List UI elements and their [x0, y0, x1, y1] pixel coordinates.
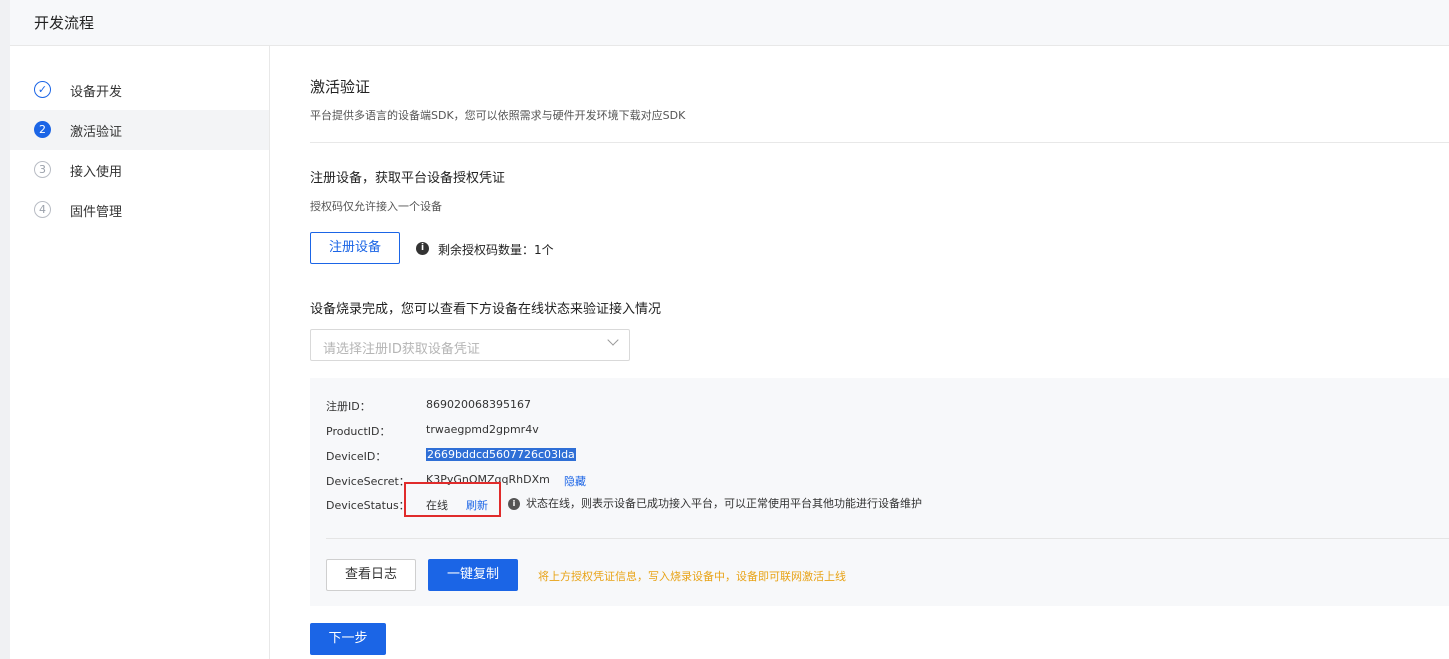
step-label: 激活验证	[70, 125, 123, 140]
step-label: 设备开发	[70, 85, 123, 100]
step-item-access[interactable]: 3 接入使用	[10, 150, 269, 190]
info-icon: i	[508, 498, 520, 510]
view-log-button[interactable]: 查看日志	[326, 559, 416, 591]
status-note: 状态在线，则表示设备已成功接入平台，可以正常使用平台其他功能进行设备维护	[526, 497, 922, 510]
select-placeholder: 请选择注册ID获取设备凭证	[323, 342, 480, 357]
step-number: 2	[34, 121, 51, 138]
device-status-label: DeviceStatus：	[326, 499, 410, 512]
step-number: 4	[34, 201, 51, 218]
check-icon: ✓	[34, 81, 51, 98]
register-id-value: 869020068395167	[426, 398, 531, 411]
steps-sidebar: ✓ 设备开发 2 激活验证 3 接入使用 4 固件管理	[10, 46, 270, 659]
section-title: 激活验证	[310, 78, 371, 96]
left-edge-strip	[0, 0, 10, 659]
register-title: 注册设备，获取平台设备授权凭证	[310, 171, 506, 186]
credentials-panel: 注册ID： 869020068395167 ProductID： trwaegp…	[310, 378, 1449, 606]
product-id-value: trwaegpmd2gpmr4v	[426, 423, 539, 436]
step-number: 3	[34, 161, 51, 178]
register-id-select[interactable]: 请选择注册ID获取设备凭证	[310, 329, 630, 361]
product-id-label: ProductID：	[326, 425, 391, 438]
refresh-link[interactable]: 刷新	[466, 497, 488, 513]
hide-secret-link[interactable]: 隐藏	[564, 473, 586, 489]
step-item-firmware[interactable]: 4 固件管理	[10, 190, 269, 230]
section-description: 平台提供多语言的设备端SDK，您可以依照需求与硬件开发环境下载对应SDK	[310, 109, 686, 122]
verify-title: 设备烧录完成，您可以查看下方设备在线状态来验证接入情况	[310, 302, 662, 317]
register-device-button[interactable]: 注册设备	[310, 232, 400, 264]
chevron-down-icon	[607, 334, 619, 346]
remaining-auth-count: 剩余授权码数量：1个	[438, 243, 554, 257]
copy-all-button[interactable]: 一键复制	[428, 559, 518, 591]
page-title: 开发流程	[34, 14, 95, 32]
next-step-button[interactable]: 下一步	[310, 623, 386, 655]
step-label: 接入使用	[70, 165, 123, 180]
step-item-device-dev[interactable]: ✓ 设备开发	[10, 70, 269, 110]
device-status-value: 在线	[426, 499, 448, 512]
register-id-label: 注册ID：	[326, 400, 371, 413]
divider	[310, 142, 1449, 143]
copy-tip: 将上方授权凭证信息，写入烧录设备中，设备即可联网激活上线	[538, 570, 846, 583]
device-secret-label: DeviceSecret：	[326, 475, 410, 488]
info-icon: i	[416, 242, 429, 255]
step-label: 固件管理	[70, 205, 123, 220]
page-header: 开发流程	[10, 0, 1449, 46]
step-item-activation[interactable]: 2 激活验证	[10, 110, 269, 150]
divider	[326, 538, 1449, 539]
register-note: 授权码仅允许接入一个设备	[310, 200, 442, 213]
device-id-label: DeviceID：	[326, 450, 387, 463]
device-id-value: 2669bddcd5607726c03lda	[426, 448, 576, 461]
main-content: 激活验证 平台提供多语言的设备端SDK，您可以依照需求与硬件开发环境下载对应SD…	[270, 46, 1449, 659]
